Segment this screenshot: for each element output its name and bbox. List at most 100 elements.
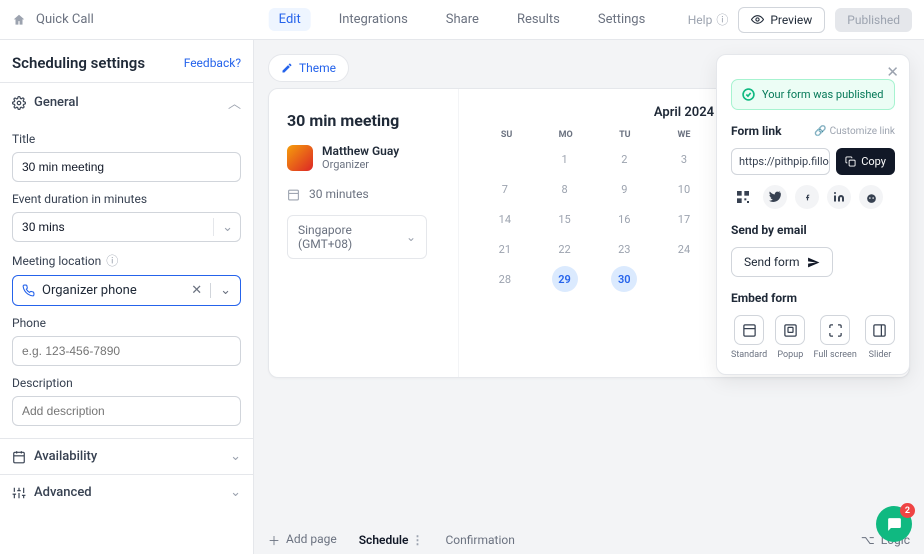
- location-label: Meeting locationⓘ: [12, 252, 241, 269]
- link-icon: 🔗: [814, 126, 826, 137]
- calendar-day: [656, 266, 712, 292]
- chevron-down-icon: ⌄: [230, 485, 241, 500]
- calendar-day[interactable]: 7: [477, 176, 533, 202]
- qr-icon[interactable]: [731, 185, 755, 209]
- linkedin-icon[interactable]: [827, 185, 851, 209]
- embed-label: Embed form: [731, 291, 895, 305]
- duration-select[interactable]: 30 mins: [12, 212, 241, 242]
- embed-fullscreen[interactable]: Full screen: [814, 315, 857, 360]
- phone-icon: [22, 284, 35, 297]
- plus-icon: ＋: [268, 532, 280, 549]
- calendar-day[interactable]: 16: [596, 206, 652, 232]
- calendar-day: [477, 146, 533, 172]
- description-label: Description: [12, 376, 241, 390]
- main-canvas: Theme 30 min meeting Matthew Guay Organi…: [254, 40, 924, 554]
- calendar-day[interactable]: 21: [477, 236, 533, 262]
- calendar-day[interactable]: 1: [537, 146, 593, 172]
- reddit-icon[interactable]: [859, 185, 883, 209]
- meeting-duration: 30 minutes: [309, 187, 369, 201]
- feedback-link[interactable]: Feedback?: [184, 56, 241, 70]
- timezone-select[interactable]: Singapore (GMT+08) ⌄: [287, 215, 427, 259]
- description-input[interactable]: [12, 396, 241, 426]
- calendar-day[interactable]: 14: [477, 206, 533, 232]
- publish-banner: Your form was published: [731, 79, 895, 110]
- copy-icon: [845, 156, 856, 167]
- section-advanced[interactable]: Advanced ⌄: [0, 474, 253, 510]
- info-icon: ⓘ: [106, 252, 118, 269]
- location-select[interactable]: Organizer phone ✕ ⌄: [12, 275, 241, 306]
- calendar-day[interactable]: 3: [656, 146, 712, 172]
- help-link[interactable]: Helpⓘ: [688, 11, 729, 28]
- title-label: Title: [12, 132, 241, 146]
- branch-icon: ⌥: [861, 533, 875, 547]
- tab-share[interactable]: Share: [436, 8, 489, 31]
- add-page-button[interactable]: ＋Add page: [268, 532, 337, 549]
- twitter-icon[interactable]: [763, 185, 787, 209]
- breadcrumb[interactable]: Quick Call: [36, 12, 94, 27]
- pencil-icon: [281, 62, 293, 74]
- tab-integrations[interactable]: Integrations: [329, 8, 418, 31]
- dow-cell: WE: [654, 130, 713, 140]
- calendar-day[interactable]: 8: [537, 176, 593, 202]
- facebook-icon[interactable]: [795, 185, 819, 209]
- phone-label: Phone: [12, 316, 241, 330]
- tab-edit[interactable]: Edit: [269, 8, 311, 31]
- dow-cell: MO: [536, 130, 595, 140]
- tab-results[interactable]: Results: [507, 8, 570, 31]
- calendar-day[interactable]: 15: [537, 206, 593, 232]
- more-icon[interactable]: ⋮: [411, 533, 423, 547]
- published-button[interactable]: Published: [835, 8, 912, 32]
- chevron-down-icon: ⌄: [213, 218, 233, 236]
- calendar-day[interactable]: 29: [552, 266, 578, 292]
- duration-label: Event duration in minutes: [12, 192, 241, 206]
- clear-icon[interactable]: ✕: [183, 283, 210, 298]
- page-tab-schedule[interactable]: Schedule ⋮: [359, 530, 424, 550]
- organizer-name: Matthew Guay: [322, 144, 399, 158]
- avatar: [287, 145, 313, 171]
- send-icon: [807, 256, 820, 269]
- calendar-day[interactable]: 17: [656, 206, 712, 232]
- chevron-down-icon: ⌄: [230, 449, 241, 464]
- send-form-button[interactable]: Send form: [731, 247, 833, 277]
- home-icon[interactable]: [12, 13, 26, 27]
- copy-button[interactable]: Copy: [836, 148, 895, 175]
- chat-widget[interactable]: 2: [876, 506, 912, 542]
- sidebar-title: Scheduling settings: [12, 54, 145, 72]
- title-input[interactable]: [12, 152, 241, 182]
- chevron-up-icon: ︿: [228, 93, 241, 112]
- calendar-day[interactable]: 2: [596, 146, 652, 172]
- publish-popover: ✕ Your form was published Form link 🔗Cus…: [716, 54, 910, 375]
- page-tab-confirmation[interactable]: Confirmation: [445, 533, 514, 547]
- eye-icon: [751, 13, 764, 26]
- calendar-day[interactable]: 10: [656, 176, 712, 202]
- phone-input[interactable]: [12, 336, 241, 366]
- sidebar: Scheduling settings Feedback? General ︿ …: [0, 40, 254, 554]
- gear-icon: [12, 96, 26, 110]
- chevron-down-icon[interactable]: ⌄: [210, 283, 240, 298]
- calendar-day[interactable]: 24: [656, 236, 712, 262]
- calendar-day[interactable]: 23: [596, 236, 652, 262]
- embed-standard[interactable]: Standard: [731, 315, 767, 360]
- embed-slider[interactable]: Slider: [865, 315, 895, 360]
- send-email-label: Send by email: [731, 223, 895, 237]
- chat-icon: [886, 516, 903, 533]
- external-icon: ↗: [829, 155, 830, 168]
- preview-button[interactable]: Preview: [738, 7, 825, 33]
- top-tabs: Edit Integrations Share Results Settings: [269, 8, 656, 31]
- check-icon: [742, 88, 755, 101]
- customize-link[interactable]: 🔗Customize link: [814, 126, 895, 137]
- help-icon: ⓘ: [716, 11, 728, 28]
- theme-button[interactable]: Theme: [268, 54, 349, 82]
- section-availability[interactable]: Availability ⌄: [0, 438, 253, 474]
- calendar-day[interactable]: 30: [611, 266, 637, 292]
- embed-popup[interactable]: Popup: [775, 315, 805, 360]
- calendar-day[interactable]: 9: [596, 176, 652, 202]
- calendar-month: April 2024: [654, 105, 714, 120]
- dow-cell: TU: [595, 130, 654, 140]
- form-url-field[interactable]: https://pithpip.fillo↗: [731, 148, 830, 175]
- calendar-day[interactable]: 22: [537, 236, 593, 262]
- calendar-day[interactable]: 28: [477, 266, 533, 292]
- section-general[interactable]: General ︿: [0, 82, 253, 122]
- tab-settings[interactable]: Settings: [588, 8, 655, 31]
- close-icon[interactable]: ✕: [886, 63, 899, 81]
